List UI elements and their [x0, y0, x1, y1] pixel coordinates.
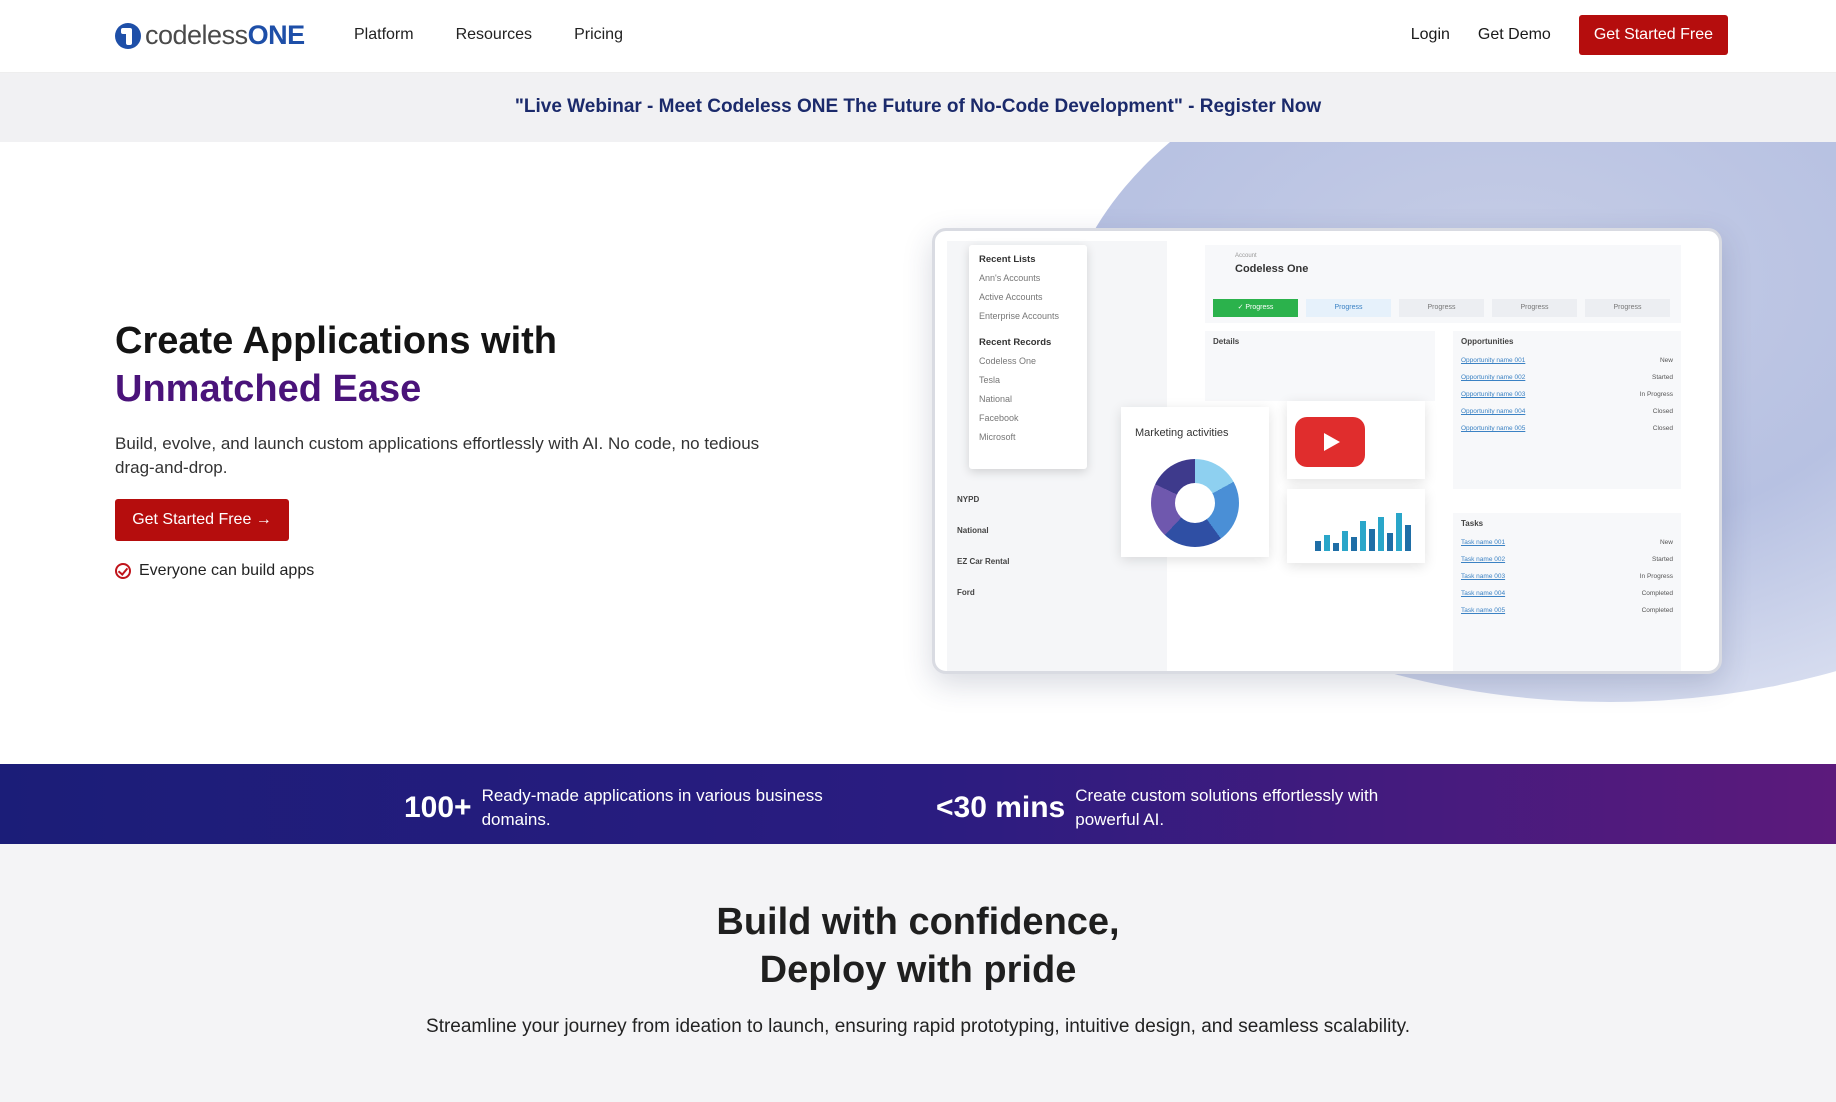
- nav-links: Platform Resources Pricing: [354, 26, 623, 44]
- mock-opportunities-panel: Opportunities Opportunity name 001 New Op…: [1453, 331, 1681, 489]
- mock-account-title: Codeless One: [1235, 263, 1309, 275]
- mock-task-row: Task name 001 New: [1461, 539, 1673, 546]
- mock-list-item: Active Accounts: [979, 292, 1043, 302]
- mock-step: ✓ Progress: [1213, 299, 1298, 317]
- mock-task-row: Task name 005 Completed: [1461, 607, 1673, 614]
- hero-section: Create Applications with Unmatched Ease …: [0, 142, 1836, 764]
- section-title-line2: Deploy with pride: [759, 949, 1077, 991]
- stats-strip: 100+ Ready-made applications in various …: [0, 764, 1836, 844]
- hero-subtitle: Build, evolve, and launch custom applica…: [115, 434, 760, 477]
- mock-list-item: Enterprise Accounts: [979, 311, 1060, 321]
- donut-chart-icon: [1151, 459, 1239, 547]
- mock-progress-steps: ✓ Progress Progress Progress Progress Pr…: [1213, 299, 1670, 317]
- bar-chart-icon: [1315, 513, 1411, 551]
- mock-step: Progress: [1585, 299, 1670, 317]
- mock-left-row: Ford: [957, 588, 975, 597]
- hero-title-line1: Create Applications with: [115, 320, 557, 362]
- hero-title: Create Applications with Unmatched Ease: [115, 317, 557, 413]
- section-title-line1: Build with confidence,: [716, 901, 1120, 943]
- mock-list-item: Ann's Accounts: [979, 273, 1041, 283]
- mock-left-row: EZ Car Rental: [957, 557, 1010, 566]
- mock-task-row: Task name 004 Completed: [1461, 590, 1673, 597]
- mock-task-row: Task name 002 Started: [1461, 556, 1673, 563]
- login-link[interactable]: Login: [1411, 26, 1450, 44]
- mock-details-panel: Details: [1205, 331, 1435, 401]
- section-subtitle: Streamline your journey from ideation to…: [426, 1016, 1410, 1037]
- logo-suffix: ONE: [247, 20, 306, 50]
- mock-marketing-card: Marketing activities: [1121, 407, 1269, 557]
- stat-time: <30 mins Create custom solutions effortl…: [936, 784, 1435, 832]
- mock-opportunity-row: Opportunity name 003 In Progress: [1461, 391, 1673, 398]
- get-demo-link[interactable]: Get Demo: [1478, 26, 1551, 44]
- mock-opportunity-row: Opportunity name 001 New: [1461, 357, 1673, 364]
- mock-step: Progress: [1306, 299, 1391, 317]
- get-started-free-button[interactable]: Get Started Free: [1578, 15, 1728, 55]
- mock-bar-card: [1287, 489, 1425, 563]
- mock-tasks-panel: Tasks Task name 001 New Task name 002 Star…: [1453, 513, 1681, 671]
- mock-record-item: Microsoft: [979, 432, 1016, 442]
- product-screenshot: Recent Lists Ann's Accounts Active Accou…: [932, 228, 1722, 674]
- mock-recent-lists-head: Recent Lists: [979, 254, 1036, 265]
- mock-marketing-title: Marketing activities: [1135, 427, 1229, 439]
- mock-opportunity-row: Opportunity name 004 Closed: [1461, 408, 1673, 415]
- mock-account-header: Account Codeless One ✓ Progress Progress…: [1205, 245, 1681, 323]
- mock-tasks-head: Tasks: [1461, 519, 1484, 528]
- mock-record-item: National: [979, 394, 1013, 404]
- logo[interactable]: codelessONE: [115, 20, 305, 51]
- mock-record-item: Codeless One: [979, 356, 1037, 366]
- mock-recent-records-head: Recent Records: [979, 337, 1052, 348]
- stat-time-text: Create custom solutions effortlessly wit…: [1075, 786, 1379, 829]
- check-circle-icon: [115, 563, 131, 579]
- hero-check-text: Everyone can build apps: [139, 562, 315, 579]
- mock-opportunity-row: Opportunity name 005 Closed: [1461, 425, 1673, 432]
- confidence-section: Build with confidence, Deploy with pride…: [0, 844, 1836, 1102]
- webinar-banner[interactable]: "Live Webinar - Meet Codeless ONE The Fu…: [0, 72, 1836, 142]
- nav-actions: Login Get Demo Get Started Free: [1411, 15, 1728, 55]
- mock-step: Progress: [1399, 299, 1484, 317]
- mock-opportunity-row: Opportunity name 002 Started: [1461, 374, 1673, 381]
- hero-check-line: Everyone can build apps: [115, 562, 314, 580]
- top-nav: codelessONE Platform Resources Pricing L…: [0, 0, 1836, 72]
- mock-record-item: Tesla: [979, 375, 1001, 385]
- section-title: Build with confidence, Deploy with pride: [0, 898, 1836, 994]
- mock-opportunities-head: Opportunities: [1461, 337, 1514, 346]
- nav-link-pricing[interactable]: Pricing: [574, 26, 623, 44]
- hero-get-started-button[interactable]: Get Started Free →: [115, 499, 289, 541]
- mock-recent-dropdown: Recent Lists Ann's Accounts Active Accou…: [969, 245, 1087, 469]
- mock-video-card[interactable]: [1287, 401, 1425, 479]
- hero-title-accent: Unmatched Ease: [115, 368, 422, 410]
- stat-time-number: <30 mins: [936, 791, 1066, 824]
- logo-prefix: codeless: [145, 20, 248, 50]
- play-button-icon[interactable]: [1295, 417, 1365, 467]
- mock-task-row: Task name 003 In Progress: [1461, 573, 1673, 580]
- mock-account-label: Account: [1235, 253, 1257, 259]
- stat-apps-text: Ready-made applications in various busin…: [481, 786, 823, 829]
- nav-link-platform[interactable]: Platform: [354, 26, 414, 44]
- logo-icon: [115, 22, 141, 49]
- mock-step: Progress: [1492, 299, 1577, 317]
- mock-record-item: Facebook: [979, 413, 1019, 423]
- nav-link-resources[interactable]: Resources: [456, 26, 532, 44]
- stat-apps: 100+ Ready-made applications in various …: [404, 784, 878, 832]
- mock-details-head: Details: [1213, 337, 1240, 346]
- stat-apps-number: 100+: [404, 791, 472, 824]
